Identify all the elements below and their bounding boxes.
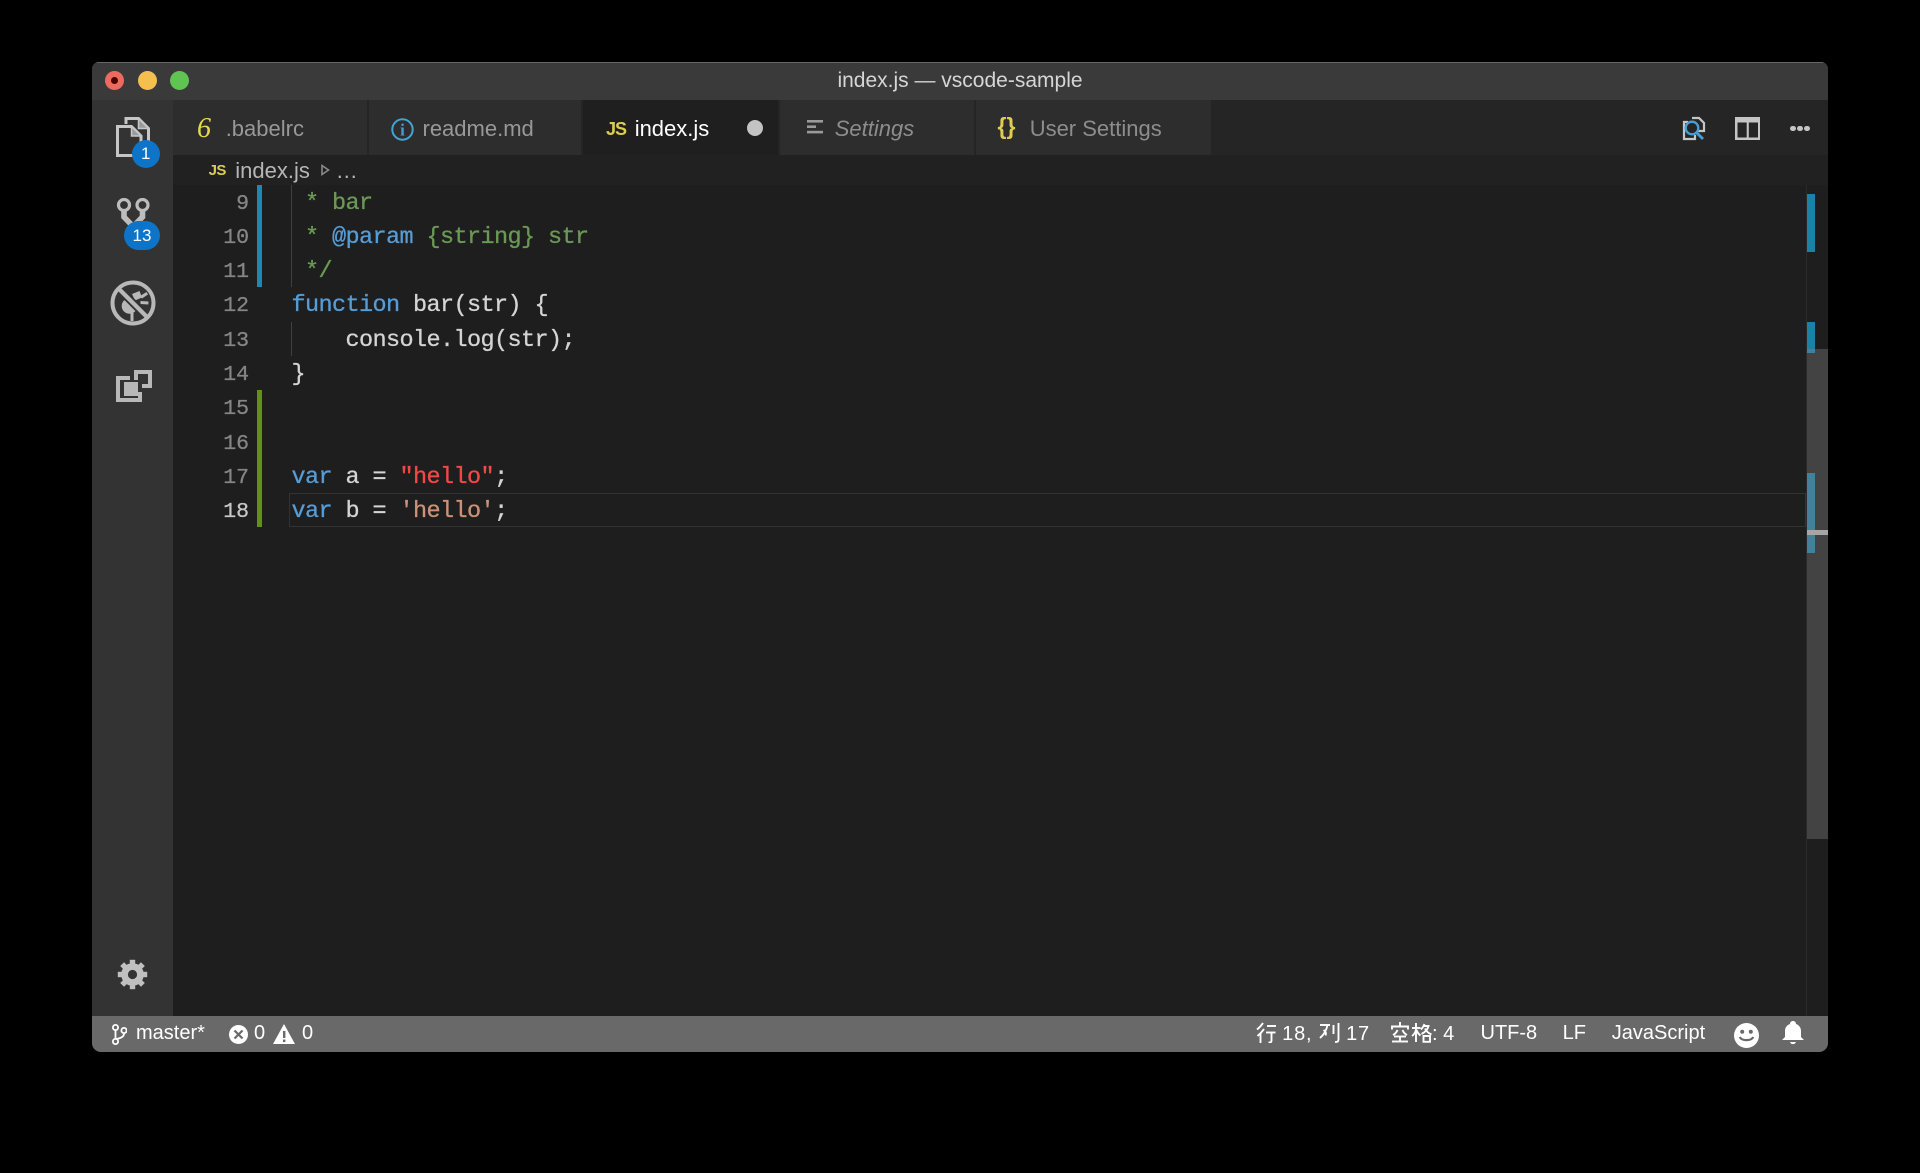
svg-text:i: i: [400, 121, 405, 140]
